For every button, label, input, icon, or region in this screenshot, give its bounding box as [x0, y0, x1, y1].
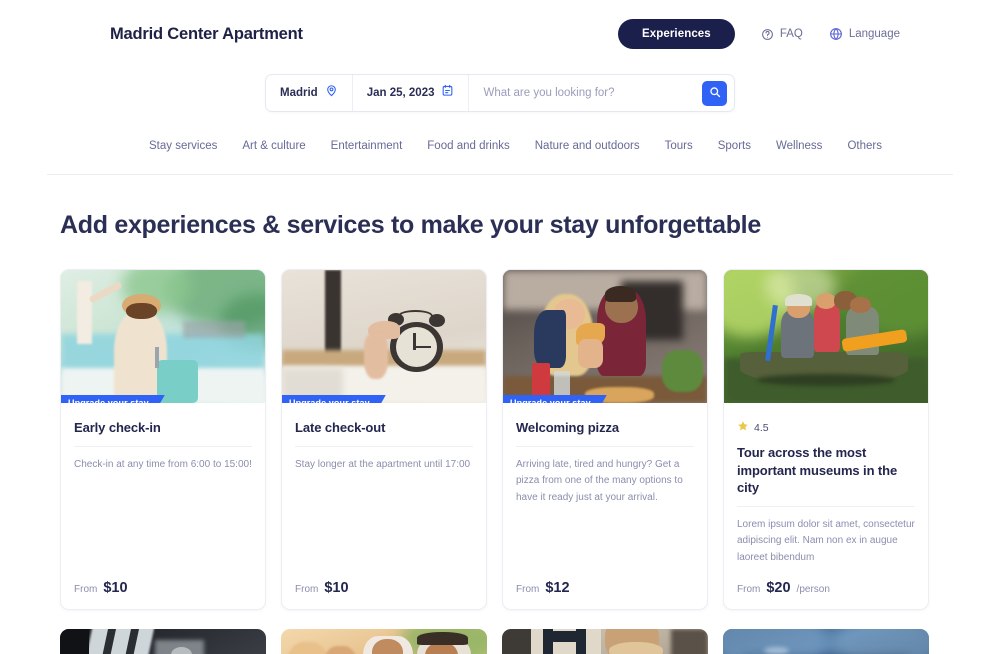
- card-title: Early check-in: [74, 419, 252, 447]
- card-price-row: From $12: [516, 566, 694, 596]
- card-price-row: From $20 /person: [737, 566, 915, 596]
- location-selector[interactable]: Madrid: [266, 75, 353, 111]
- card-title: Welcoming pizza: [516, 419, 694, 447]
- price-unit: /person: [796, 584, 830, 596]
- category-wellness[interactable]: Wellness: [776, 140, 822, 152]
- experience-card[interactable]: Upgrade your stay Late check-out Stay lo…: [281, 269, 487, 611]
- card-image-pool-woman: Upgrade your stay: [61, 270, 265, 403]
- date-selector[interactable]: Jan 25, 2023: [353, 75, 470, 111]
- card-price-row: From $10: [295, 566, 473, 596]
- card-badge: Upgrade your stay: [61, 395, 165, 403]
- category-others[interactable]: Others: [847, 140, 882, 152]
- price-from-label: From: [74, 584, 98, 596]
- card-price-row: From $10: [74, 566, 252, 596]
- brand-logo[interactable]: Madrid Center Apartment: [110, 25, 303, 44]
- page-title: Add experiences & services to make your …: [60, 211, 761, 239]
- experiences-button[interactable]: Experiences: [617, 19, 735, 49]
- card-body: Early check-in Check-in at any time from…: [61, 403, 265, 609]
- category-entertainment[interactable]: Entertainment: [331, 140, 403, 152]
- card-badge: Upgrade your stay: [282, 395, 386, 403]
- question-circle-icon: [761, 28, 774, 41]
- card-badge: Upgrade your stay: [503, 395, 607, 403]
- experience-card[interactable]: Upgrade your stay Early check-in Check-i…: [60, 269, 266, 611]
- experience-card[interactable]: 4.5 Tour across the most important museu…: [723, 269, 929, 611]
- card-image-couple-pizza: Upgrade your stay: [503, 270, 707, 403]
- map-pin-icon: [325, 84, 338, 102]
- price-amount: $10: [324, 580, 349, 597]
- category-tours[interactable]: Tours: [665, 140, 693, 152]
- price-amount: $12: [545, 580, 570, 597]
- card-image-museum-interior[interactable]: [60, 629, 266, 654]
- category-stay-services[interactable]: Stay services: [149, 140, 217, 152]
- price-amount: $10: [103, 580, 128, 597]
- experience-card[interactable]: Upgrade your stay Welcoming pizza Arrivi…: [502, 269, 708, 611]
- card-body: Welcoming pizza Arriving late, tired and…: [503, 403, 707, 609]
- search-icon: [709, 86, 721, 101]
- card-body: Late check-out Stay longer at the apartm…: [282, 403, 486, 609]
- price-amount: $20: [766, 580, 791, 597]
- calendar-icon: [441, 84, 454, 102]
- search-bar: Madrid Jan 25, 2023: [265, 74, 735, 112]
- price-from-label: From: [737, 584, 761, 596]
- search-submit-button[interactable]: [702, 80, 727, 106]
- search-input[interactable]: [469, 75, 702, 111]
- location-value: Madrid: [280, 87, 318, 99]
- experiences-grid: Upgrade your stay Early check-in Check-i…: [60, 269, 1000, 611]
- card-description: Stay longer at the apartment until 17:00: [295, 458, 471, 470]
- card-image-alarm-clock: Upgrade your stay: [282, 270, 486, 403]
- price-from-label: From: [295, 584, 319, 596]
- category-food-and-drinks[interactable]: Food and drinks: [427, 140, 509, 152]
- card-description: Lorem ipsum dolor sit amet, consectetur …: [737, 518, 915, 563]
- experiences-grid-next-row: [60, 629, 1000, 654]
- category-art-culture[interactable]: Art & culture: [242, 140, 305, 152]
- card-body: 4.5 Tour across the most important museu…: [724, 403, 928, 609]
- date-value: Jan 25, 2023: [366, 87, 435, 99]
- language-label: Language: [848, 28, 900, 40]
- search-section: Madrid Jan 25, 2023: [0, 74, 1000, 112]
- header-divider: [47, 174, 953, 175]
- globe-icon: [829, 27, 843, 41]
- header-actions: Experiences FAQ Language: [617, 19, 900, 49]
- language-selector[interactable]: Language: [829, 27, 900, 41]
- star-icon: [737, 419, 749, 437]
- rating: 4.5: [737, 419, 915, 437]
- card-description: Arriving late, tired and hungry? Get a p…: [516, 458, 683, 503]
- category-nature-and-outdoors[interactable]: Nature and outdoors: [535, 140, 640, 152]
- category-nav: Stay services Art & culture Entertainmen…: [0, 140, 1000, 152]
- card-title: Tour across the most important museums i…: [737, 444, 915, 507]
- category-sports[interactable]: Sports: [718, 140, 751, 152]
- rating-value: 4.5: [754, 422, 769, 434]
- card-image-winter-blue[interactable]: [723, 629, 929, 654]
- site-header: Madrid Center Apartment Experiences FAQ …: [0, 0, 1000, 68]
- card-image-friends-sunset[interactable]: [281, 629, 487, 654]
- card-title: Late check-out: [295, 419, 473, 447]
- card-image-canoe-jungle: [724, 270, 928, 403]
- card-image-bowtie-suspenders[interactable]: [502, 629, 708, 654]
- card-description: Check-in at any time from 6:00 to 15:00!: [74, 458, 252, 470]
- faq-label: FAQ: [779, 28, 803, 40]
- price-from-label: From: [516, 584, 540, 596]
- faq-link[interactable]: FAQ: [761, 28, 803, 41]
